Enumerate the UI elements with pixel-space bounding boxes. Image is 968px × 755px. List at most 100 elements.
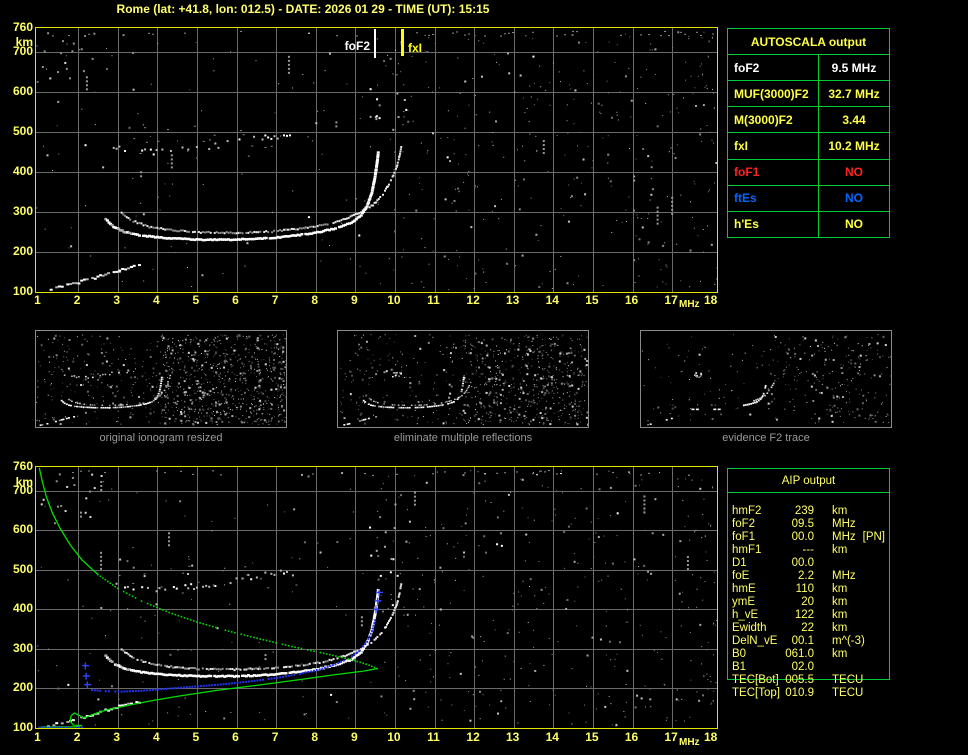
aip-row-unit: m^(-3) — [832, 635, 865, 647]
aip-row-note — [847, 544, 854, 557]
aip-row-note — [856, 518, 863, 531]
page-title: Rome (lat: +41.8, lon: 012.5) - DATE: 20… — [116, 2, 490, 16]
aip-row: foF1 00.0 MHz [PN] — [728, 531, 889, 544]
aip-row-label: Ewidth — [732, 622, 767, 634]
aip-row-note: [PN] — [862, 531, 886, 543]
aip-row: foE 2.2 MHz — [728, 570, 889, 583]
autoscala-window: { "title": "Rome (lat: +41.8, lon: 012.5… — [0, 0, 968, 755]
aip-row-note — [832, 557, 839, 570]
aip-row-value: 00.1 — [791, 635, 814, 647]
y-axis-tick: 600 — [12, 522, 33, 537]
fxI-marker-label: fxI — [408, 41, 423, 55]
x-axis-tick: 14 — [545, 730, 559, 744]
x-axis-tick: 10 — [387, 730, 401, 744]
autoscala-row: h'Es NO — [728, 211, 889, 237]
y-axis-tick: 760 — [12, 459, 33, 473]
ionogram-top-plot: foF2 fxI — [35, 27, 718, 293]
x-axis-tick: 17 — [664, 293, 678, 307]
foF2-marker-label: foF2 — [344, 39, 370, 53]
aip-row-value: 005.5 — [785, 674, 814, 686]
aip-row-value: 239 — [794, 505, 814, 517]
autoscala-row-value: 9.5 MHz — [831, 60, 877, 75]
autoscala-row: fxI 10.2 MHz — [728, 133, 889, 160]
aip-row-note — [847, 622, 854, 635]
aip-row-label: hmF2 — [732, 505, 762, 517]
x-axis-tick: 11 — [427, 730, 440, 744]
panel-caption-eliminate: eliminate multiple reflections — [393, 432, 533, 444]
aip-row-unit: km — [832, 622, 848, 634]
aip-row-note — [832, 661, 839, 674]
aip-row-value: 010.9 — [785, 687, 814, 699]
autoscala-row-label: ftEs — [728, 185, 819, 211]
aip-row-value: 2.2 — [798, 570, 814, 582]
x-axis-tick: 5 — [192, 293, 200, 307]
x-axis-tick: 9 — [350, 293, 358, 307]
aip-row-unit — [814, 557, 832, 570]
aip-row: h_vE 122 km — [728, 609, 889, 622]
x-axis-tick: 4 — [152, 730, 160, 744]
panel-eliminate-reflections — [337, 330, 589, 428]
ionogram-bottom-plot — [35, 466, 718, 729]
aip-row-value: 22 — [801, 622, 814, 634]
aip-row: foF2 09.5 MHz — [728, 518, 889, 531]
x-axis-tick: 16 — [624, 293, 639, 307]
aip-row-note — [847, 505, 854, 518]
aip-row: TEC[Bot] 005.5 TECU — [728, 674, 889, 687]
aip-row: D1 00.0 — [728, 557, 889, 570]
x-axis-tick: 18 — [704, 730, 718, 744]
x-axis-tick: 4 — [152, 293, 160, 307]
aip-row-label: B0 — [732, 648, 747, 660]
y-axis-tick: 760 — [12, 20, 33, 34]
foF2-marker-line — [374, 29, 376, 58]
panel-evidence-f2 — [640, 330, 892, 428]
aip-row-unit: km — [832, 648, 848, 660]
y-axis-tick: 500 — [12, 124, 33, 138]
aip-row-label: foF1 — [732, 531, 756, 543]
aip-row-unit — [814, 661, 832, 674]
aip-row-note — [863, 674, 870, 687]
autoscala-output-table: AUTOSCALA output foF2 9.5 MHz MUF(3000)F2 3… — [727, 28, 890, 238]
aip-row-value: 09.5 — [791, 518, 814, 530]
y-axis-tick: 300 — [12, 204, 33, 218]
aip-row: DelN_vE 00.1 m^(-3) — [728, 635, 889, 648]
aip-row-label: ymE — [732, 596, 755, 608]
aip-row-unit: km — [832, 544, 848, 556]
autoscala-row: M(3000)F2 3.44 — [728, 107, 889, 134]
aip-row-note — [863, 687, 870, 700]
aip-row-value: 110 — [795, 583, 814, 595]
x-axis-tick: 7 — [271, 730, 279, 744]
aip-row-value: 061.0 — [785, 648, 814, 660]
aip-row: hmE 110 km — [728, 583, 889, 596]
aip-row-note — [856, 570, 863, 583]
aip-row-value: 122 — [794, 609, 814, 621]
aip-row-value: 00.0 — [791, 531, 814, 543]
aip-row-label: D1 — [732, 557, 747, 569]
y-axis-tick: 500 — [12, 561, 33, 576]
x-axis-tick: 9 — [350, 730, 358, 744]
autoscala-row-value: NO — [845, 165, 863, 180]
autoscala-row-value: 32.7 MHz — [828, 86, 880, 101]
autoscala-row-label: foF1 — [728, 159, 819, 185]
x-axis-tick: 14 — [545, 293, 559, 307]
aip-row-note — [847, 596, 854, 609]
aip-table-rows: hmF2 239 km foF2 09.5 MHz foF1 00.0 MHz [PN] hmF1 -… — [728, 505, 889, 700]
x-axis-tick: 7 — [271, 293, 279, 307]
aip-row-label: foE — [732, 570, 750, 582]
y-axis-tick: 100 — [12, 720, 33, 734]
aip-output-table: AIP output hmF2 239 km foF2 09.5 MHz foF1 00.0 M… — [727, 468, 890, 699]
autoscala-row-value: 10.2 MHz — [828, 138, 880, 153]
aip-row-value: --- — [802, 544, 815, 556]
autoscala-row: ftEs NO — [728, 185, 889, 212]
fxI-marker-line — [401, 29, 404, 56]
y-axis-tick: 600 — [12, 84, 33, 98]
aip-row-label: TEC[Top] — [732, 687, 780, 699]
aip-row-unit: km — [832, 505, 848, 517]
aip-row-unit: TECU — [832, 687, 864, 699]
autoscala-row-label: h'Es — [728, 211, 819, 237]
x-axis-tick: 12 — [466, 293, 480, 307]
autoscala-row-label: foF2 — [728, 55, 819, 81]
aip-row-unit: km — [832, 583, 848, 595]
autoscala-row: MUF(3000)F2 32.7 MHz — [728, 81, 889, 108]
aip-row: Ewidth 22 km — [728, 622, 889, 635]
autoscala-table-rows: foF2 9.5 MHz MUF(3000)F2 32.7 MHz M(3000)F2 3… — [728, 55, 889, 237]
